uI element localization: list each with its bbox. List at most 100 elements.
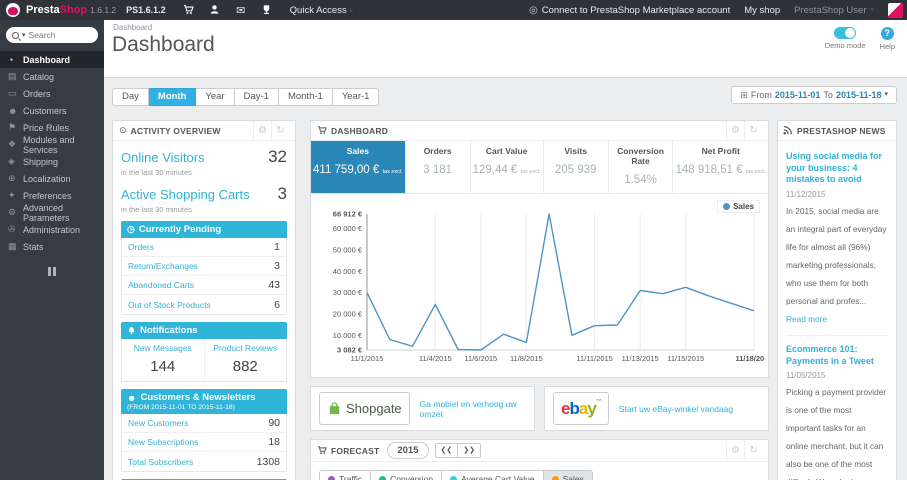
new-subscriptions-link[interactable]: New Subscriptions: [128, 437, 198, 447]
ebay-banner[interactable]: ebay™ Start uw eBay-winkel vandaag: [544, 386, 769, 431]
sidebar-item-modules[interactable]: ❖ Modules and Services: [0, 135, 104, 155]
panel-forecast: FORECAST 2015 ❮❮ ❯❯ ⚙ ↻ Traffic Conversi…: [310, 439, 769, 480]
panel-prestashop-news: PRESTASHOP NEWS Using social media for y…: [777, 120, 897, 480]
quick-access-menu[interactable]: Quick Access ▾: [290, 5, 353, 16]
kpi-conversion-rate[interactable]: Conversion Rate 1.54%: [609, 141, 674, 193]
online-visitors-link[interactable]: Online Visitors: [121, 150, 205, 165]
product-reviews-link[interactable]: Product Reviews: [207, 343, 285, 353]
new-customers-link[interactable]: New Customers: [128, 418, 188, 428]
range-day-1-button[interactable]: Day-1: [234, 88, 279, 106]
kpi-net-profit[interactable]: Net Profit 148 918,51 € tax excl.: [673, 141, 768, 193]
range-year-1-button[interactable]: Year-1: [332, 88, 380, 106]
svg-text:10 000 €: 10 000 €: [333, 331, 363, 340]
user-menu[interactable]: PrestaShop User ▾: [794, 5, 874, 16]
toggle-average-cart-value[interactable]: Average Cart Value: [442, 470, 544, 480]
kpi-orders[interactable]: Orders 3 181: [406, 141, 471, 193]
customers-icon: ☻: [8, 105, 18, 116]
customers-table: New Customers 90 New Subscriptions 18 Tota…: [121, 414, 287, 472]
sales-chart-area: 3 082 €10 000 €20 000 €30 000 €40 000 €5…: [311, 194, 773, 377]
refresh-icon[interactable]: ↻: [271, 121, 289, 140]
ebay-link[interactable]: Start uw eBay-winkel vandaag: [619, 404, 733, 414]
customers-quick-icon[interactable]: [202, 4, 228, 15]
trophy-icon[interactable]: [254, 4, 280, 15]
banners-row: Shopgate Ga mobiel en verhoog uw omzet e…: [310, 386, 769, 431]
sidebar-search[interactable]: ▾: [6, 27, 98, 43]
cart-icon: [317, 125, 327, 137]
sidebar-item-orders[interactable]: ▭ Orders: [0, 85, 104, 102]
sidebar-item-stats[interactable]: ▦ Stats: [0, 238, 104, 255]
marketplace-icon: ◎: [528, 4, 538, 16]
gear-icon[interactable]: ⚙: [253, 121, 271, 140]
sidebar-item-customers[interactable]: ☻ Customers: [0, 102, 104, 119]
forecast-next-button[interactable]: ❯❯: [458, 443, 481, 458]
toggle-sales[interactable]: Sales: [543, 470, 593, 480]
search-input[interactable]: [28, 30, 81, 40]
forecast-prev-button[interactable]: ❮❮: [434, 443, 459, 458]
svg-text:11/4/2015: 11/4/2015: [419, 354, 452, 363]
user-avatar[interactable]: [888, 2, 903, 18]
range-button-group: Day Month Year Day-1 Month-1 Year-1: [112, 88, 380, 106]
range-month-1-button[interactable]: Month-1: [278, 88, 333, 106]
my-shop-link[interactable]: My shop: [744, 5, 780, 16]
shopgate-link[interactable]: Ga mobiel en verhoog uw omzet: [420, 399, 526, 419]
abandoned-carts-link[interactable]: Abandoned Carts: [128, 280, 194, 290]
sidebar-item-price-rules[interactable]: ⚑ Price Rules: [0, 119, 104, 136]
cart-icon[interactable]: [176, 4, 202, 15]
sidebar-item-shipping[interactable]: ◈ Shipping: [0, 153, 104, 170]
sidebar-item-catalog[interactable]: ▤ Catalog: [0, 68, 104, 85]
kpi-cart-value[interactable]: Cart Value 129,44 € tax excl.: [471, 141, 544, 193]
cart-icon: [317, 445, 327, 457]
sidebar-item-dashboard[interactable]: ◔ Dashboard: [0, 51, 104, 68]
sidebar: ▾ ◔Dashboard ▤Catalog ▭Orders ☻Customers…: [0, 20, 104, 480]
sidebar-item-advanced-parameters[interactable]: ⚙ Advanced Parameters: [0, 203, 104, 223]
administration-icon: ✇: [8, 224, 16, 234]
help-icon[interactable]: ?: [880, 27, 894, 40]
help-button[interactable]: ? Help: [880, 27, 895, 51]
active-carts-link[interactable]: Active Shopping Carts: [121, 187, 250, 202]
svg-text:66 912 €: 66 912 €: [333, 210, 363, 219]
range-year-button[interactable]: Year: [196, 88, 235, 106]
date-range-picker[interactable]: ⊞ From 2015-11-01 To 2015-11-18 ▾: [731, 86, 897, 104]
range-day-button[interactable]: Day: [112, 88, 149, 106]
breadcrumb[interactable]: Dashboard: [113, 23, 152, 32]
article-title-link[interactable]: Ecommerce 101: Payments in a Tweet: [786, 344, 888, 367]
brand-name[interactable]: PrestaShop: [26, 4, 87, 16]
demo-mode-toggle[interactable]: Demo mode: [825, 27, 866, 51]
sidebar-item-preferences[interactable]: ✦ Preferences: [0, 187, 104, 204]
refresh-icon[interactable]: ↻: [744, 121, 762, 140]
svg-text:60 000 €: 60 000 €: [333, 224, 363, 233]
total-subscribers-link[interactable]: Total Subscribers: [128, 457, 193, 467]
svg-text:11/1/2015: 11/1/2015: [351, 354, 384, 363]
read-more-link[interactable]: Read more: [786, 314, 827, 324]
kpi-sales[interactable]: Sales 411 759,00 € tax excl.: [311, 141, 406, 193]
out-of-stock-link[interactable]: Out of Stock Products: [128, 300, 211, 310]
table-row: Abandoned Carts 43: [122, 276, 286, 295]
news-article: Using social media for your business: 4 …: [786, 147, 888, 335]
pending-orders-link[interactable]: Orders: [128, 242, 154, 252]
sidebar-item-localization[interactable]: ⊕ Localization: [0, 170, 104, 187]
sidebar-item-administration[interactable]: ✇ Administration: [0, 221, 104, 238]
prestashop-logo[interactable]: [6, 3, 20, 17]
refresh-icon[interactable]: ↻: [744, 441, 762, 460]
toggle-traffic[interactable]: Traffic: [319, 470, 372, 480]
gear-icon[interactable]: ⚙: [726, 121, 744, 140]
pending-returns-link[interactable]: Return/Exchanges: [128, 261, 198, 271]
chevron-down-icon: ▾: [349, 7, 353, 15]
messages-icon[interactable]: ✉: [228, 4, 254, 17]
toggle-conversion[interactable]: Conversion: [371, 470, 443, 480]
price-rules-icon: ⚑: [8, 122, 17, 132]
shopgate-banner[interactable]: Shopgate Ga mobiel en verhoog uw omzet: [310, 386, 535, 431]
kpi-visits[interactable]: Visits 205 939: [544, 141, 609, 193]
toggle-icon[interactable]: [834, 27, 857, 39]
new-messages-link[interactable]: New Messages: [124, 343, 202, 353]
panel-dashboard: DASHBOARD ⚙ ↻ Sales 411 759,00 € tax exc…: [310, 120, 773, 378]
range-month-button[interactable]: Month: [148, 88, 197, 106]
article-date: 11/12/2015: [786, 190, 826, 200]
search-scope-caret-icon[interactable]: ▾: [22, 31, 26, 39]
article-title-link[interactable]: Using social media for your business: 4 …: [786, 151, 888, 186]
traffic-dot-icon: [328, 475, 335, 480]
gear-icon[interactable]: ⚙: [726, 441, 744, 460]
sidebar-collapse-button[interactable]: [46, 267, 58, 276]
article-excerpt: Picking a payment provider is one of the…: [786, 387, 887, 480]
marketplace-link[interactable]: ◎ Connect to PrestaShop Marketplace accou…: [529, 5, 730, 16]
